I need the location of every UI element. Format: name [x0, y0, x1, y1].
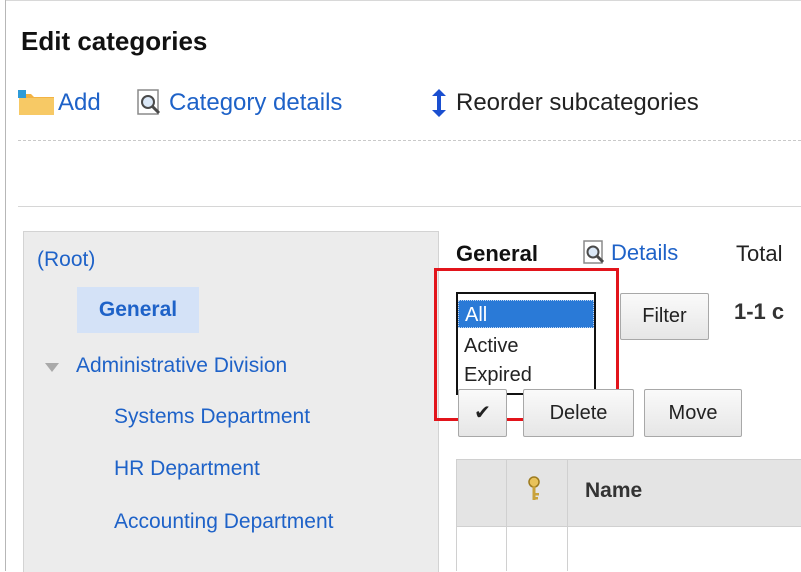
category-tree: (Root) General Administrative Division S…	[23, 231, 439, 572]
add-label: Add	[58, 89, 101, 116]
window-left-border	[5, 0, 6, 571]
option-active[interactable]: Active	[458, 332, 594, 360]
name-column-header[interactable]: Name	[585, 479, 642, 503]
add-button[interactable]: Add	[18, 86, 101, 120]
expand-arrow-icon[interactable]	[45, 363, 59, 372]
tree-item-root[interactable]: (Root)	[37, 248, 95, 272]
option-all[interactable]: All	[458, 300, 594, 328]
result-range: 1-1 c	[734, 299, 785, 324]
window-top-border	[5, 0, 801, 1]
toolbar-divider	[18, 140, 801, 141]
select-all-button[interactable]: ✔	[458, 389, 507, 437]
status-filter-dropdown[interactable]: All Active Expired	[456, 292, 596, 395]
section-divider	[18, 206, 801, 207]
category-name: General	[456, 241, 538, 266]
category-details-button[interactable]: Category details	[135, 86, 342, 120]
key-icon	[527, 476, 541, 507]
details-link[interactable]: Details	[582, 236, 678, 270]
page-title: Edit categories	[21, 26, 208, 56]
category-table: Name	[456, 459, 801, 571]
delete-button[interactable]: Delete	[523, 389, 634, 437]
tree-item-systems-department[interactable]: Systems Department	[114, 405, 310, 429]
reorder-subcategories-label: Reorder subcategories	[456, 89, 699, 116]
option-expired[interactable]: Expired	[458, 361, 594, 389]
details-label: Details	[611, 240, 679, 265]
filter-button[interactable]: Filter	[620, 293, 709, 340]
tree-item-accounting-department[interactable]: Accounting Department	[114, 510, 333, 534]
tree-item-hr-department[interactable]: HR Department	[114, 457, 260, 481]
total-text: Total	[736, 241, 783, 266]
magnifier-icon	[135, 88, 165, 118]
move-button[interactable]: Move	[644, 389, 742, 437]
column-divider	[506, 459, 507, 571]
folder-icon	[18, 89, 58, 117]
reorder-subcategories-button[interactable]: Reorder subcategories	[428, 86, 699, 120]
magnifier-icon	[582, 239, 608, 267]
tree-item-general[interactable]: General	[77, 287, 199, 333]
category-details-label: Category details	[169, 89, 343, 116]
tree-item-administrative-division[interactable]: Administrative Division	[76, 354, 287, 378]
up-down-arrow-icon	[428, 88, 450, 118]
column-divider	[567, 459, 568, 571]
